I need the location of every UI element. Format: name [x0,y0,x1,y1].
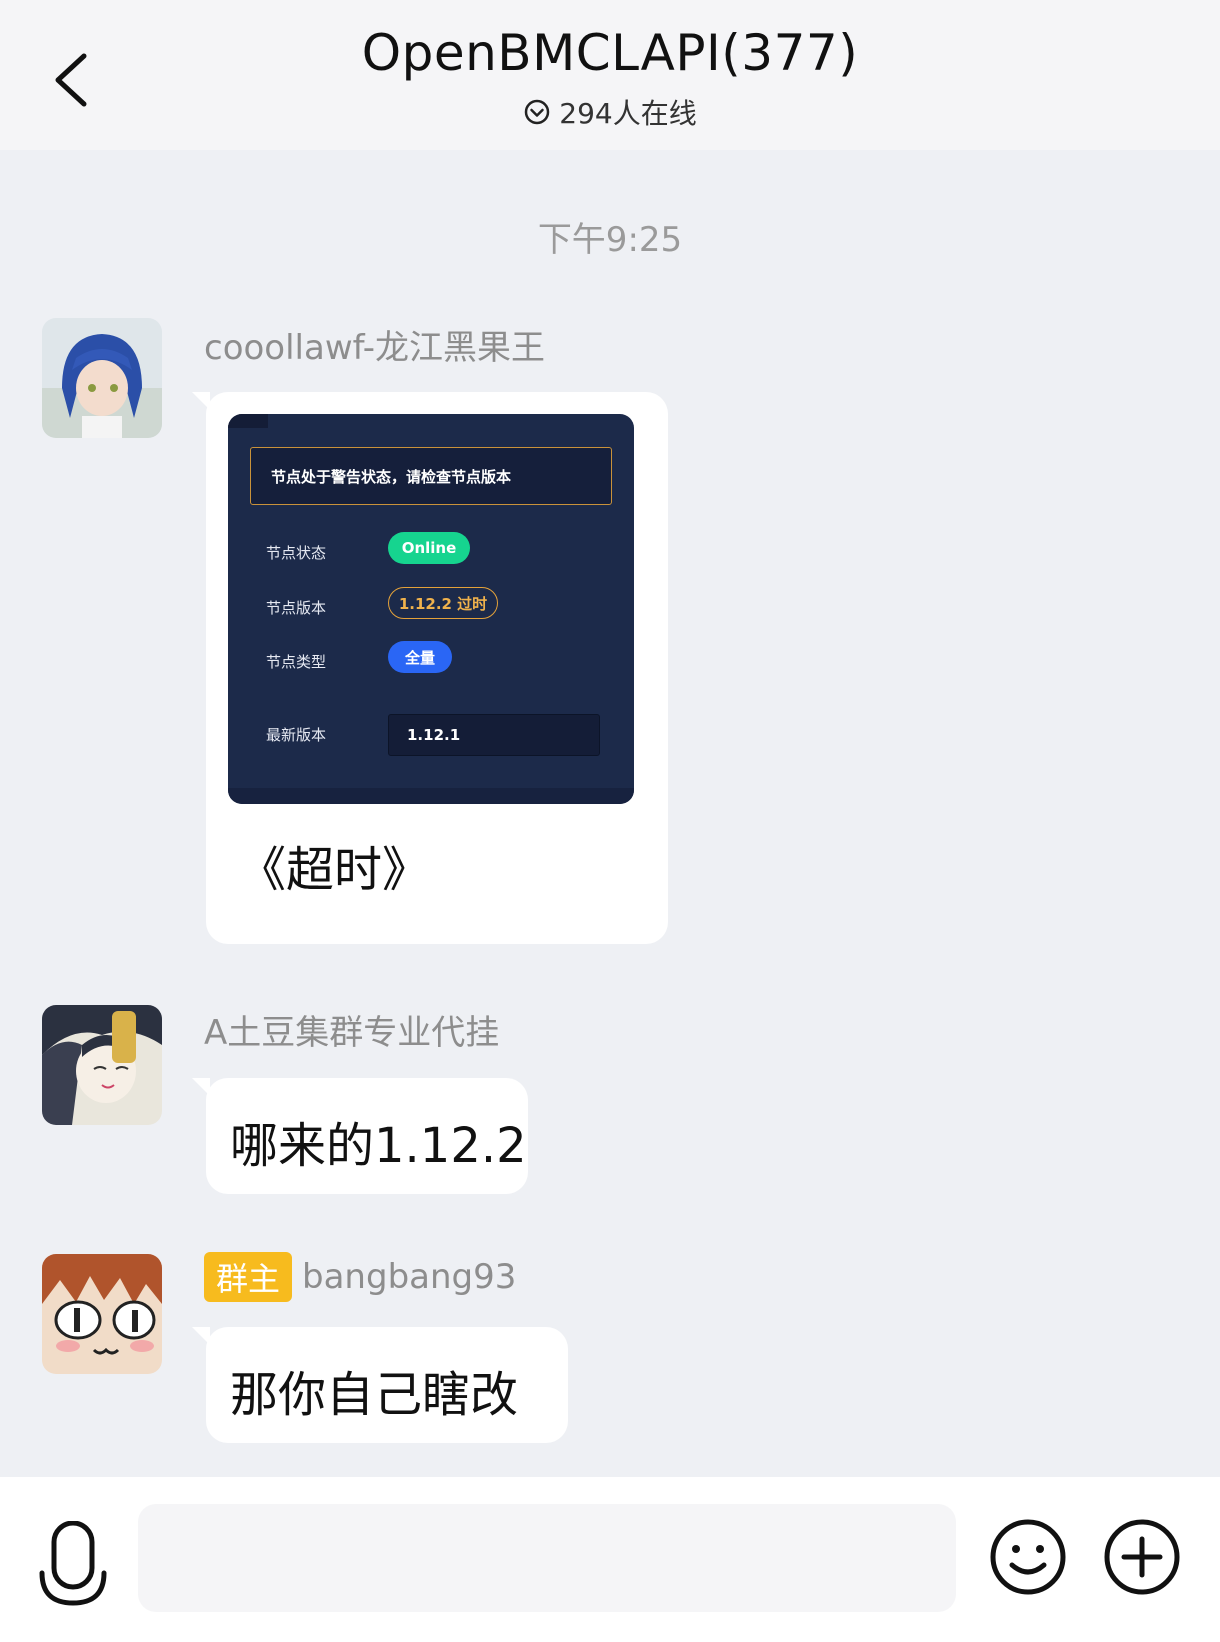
row-label: 最新版本 [266,726,327,744]
avatar[interactable] [42,318,162,438]
message-text: 哪来的1.12.2 [230,1118,527,1174]
emoji-button[interactable] [988,1517,1068,1597]
message-image[interactable]: 节点处于警告状态，请检查节点版本 节点状态 Online 节点版本 1.12.2… [228,414,634,804]
message-text: 《超时》 [238,842,431,898]
sender-name: cooollawf-龙江黑果王 [204,328,546,368]
owner-badge: 群主 [204,1252,293,1302]
row-label: 节点版本 [266,599,327,617]
online-count: 294人在线 [559,97,697,130]
online-status[interactable]: 294人在线 [0,92,1220,132]
input-bar [0,1477,1220,1642]
message-bubble[interactable]: 那你自己瞎改 [192,1327,568,1443]
group-title[interactable]: OpenBMCLAPI(377) [0,24,1220,82]
message-bubble[interactable]: 节点处于警告状态，请检查节点版本 节点状态 Online 节点版本 1.12.2… [192,392,668,944]
status-badge: Online [388,532,470,564]
avatar[interactable] [42,1254,162,1374]
latest-version-field: 1.12.1 [388,714,600,756]
sender-name: A土豆集群专业代挂 [204,1013,500,1053]
sender-name: bangbang93 [302,1257,517,1297]
version-badge: 1.12.2 过时 [388,587,498,619]
circle-chevron-down-icon [525,99,550,125]
plus-circle-icon [1104,1519,1180,1595]
message-input[interactable] [138,1504,956,1612]
sender-line: 群主 bangbang93 [204,1252,516,1302]
more-button[interactable] [1102,1517,1182,1597]
warning-banner: 节点处于警告状态，请检查节点版本 [250,447,612,505]
message-bubble[interactable]: 哪来的1.12.2 [192,1078,528,1194]
row-label: 节点状态 [266,544,327,562]
voice-button[interactable] [38,1520,108,1607]
smiley-icon [990,1519,1066,1595]
avatar[interactable] [42,1005,162,1125]
message-text: 那你自己瞎改 [230,1367,519,1423]
chat-header: OpenBMCLAPI(377) 294人在线 [0,0,1220,150]
type-badge: 全量 [388,641,452,673]
microphone-icon [39,1520,107,1606]
message-timestamp: 下午9:25 [537,220,683,260]
row-label: 节点类型 [266,653,327,671]
